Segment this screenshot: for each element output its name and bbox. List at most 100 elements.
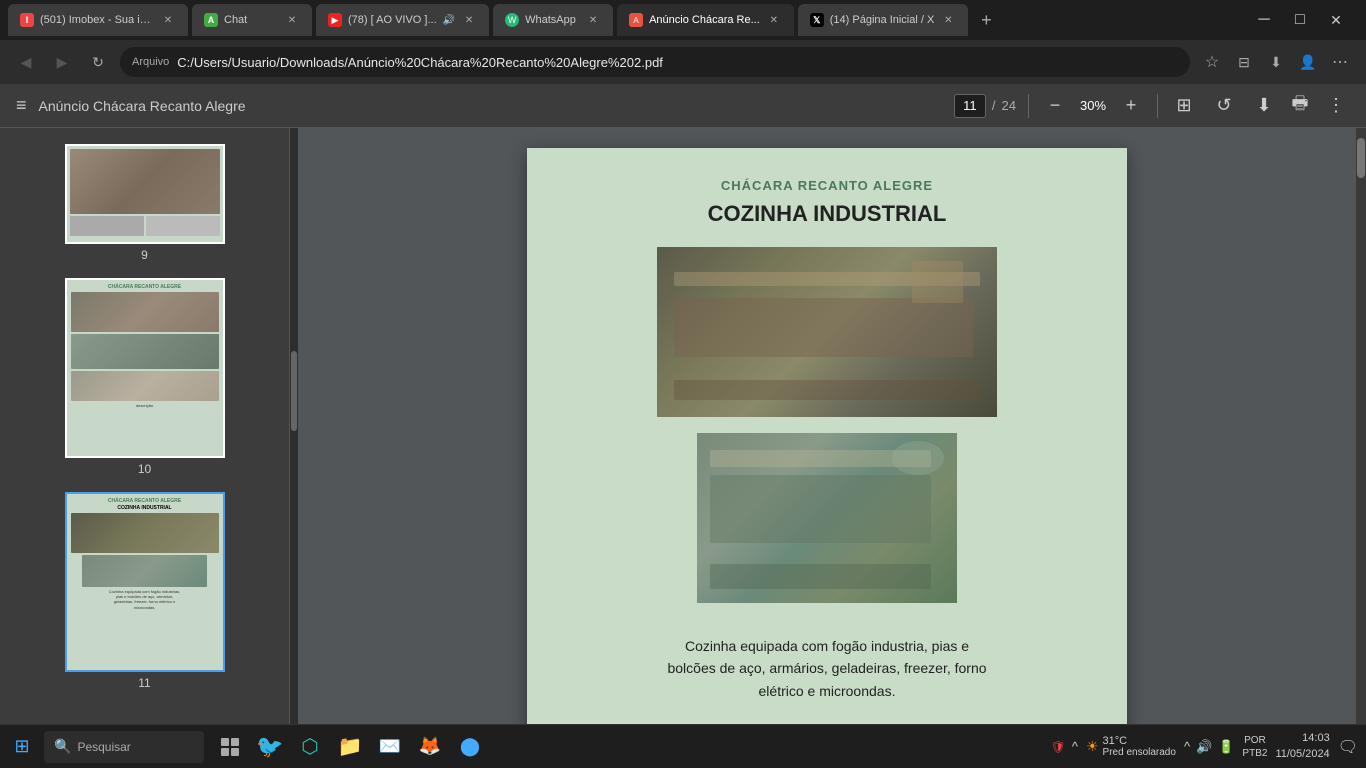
clock-date: 11/05/2024 (1275, 747, 1329, 762)
main-scrollbar[interactable] (1356, 128, 1366, 764)
system-tray: ^ 🔊 🔋 (1184, 739, 1234, 755)
toolbar-divider2 (1157, 94, 1158, 118)
tab-pdf[interactable]: A Anúncio Chácara Re... ✕ (617, 4, 794, 36)
new-tab-button[interactable]: + (972, 6, 1000, 34)
bird-app-icon[interactable]: 🐦 (252, 729, 288, 765)
taskbar-search-label: Pesquisar (77, 740, 130, 754)
nav-bar: ◀ ▶ ↻ Arquivo C:/Users/Usuario/Downloads… (0, 40, 1366, 84)
tab-close-twitter[interactable]: ✕ (940, 12, 956, 28)
settings-icon[interactable]: ⋯ (1326, 48, 1354, 76)
pdf-more-button[interactable]: ⋮ (1322, 92, 1350, 120)
close-button[interactable]: ✕ (1322, 6, 1350, 34)
tab-favicon-whatsapp: W (505, 13, 519, 27)
tab-audio-icon: 🔊 (443, 15, 455, 26)
tab-favicon-imobex: I (20, 13, 34, 27)
thumbnail-11-image: CHÁCARA RECANTO ALEGRE COZINHA INDUSTRIA… (65, 492, 225, 672)
browser-chrome: I (501) Imobex - Sua in... ✕ A Chat ✕ ▶ … (0, 0, 1366, 84)
thumbnail-10-number: 10 (138, 462, 151, 476)
antivirus-tray-icon[interactable]: 🛡 (1051, 740, 1066, 754)
pdf-zoom-in-button[interactable]: + (1117, 92, 1145, 120)
language-secondary: PTB2 (1242, 747, 1267, 760)
thumbnail-scrollbar[interactable] (290, 128, 298, 764)
pdf-page-input[interactable] (954, 94, 986, 118)
bookmark-star-icon[interactable]: ☆ (1198, 48, 1226, 76)
tab-close-imobex[interactable]: ✕ (160, 12, 176, 28)
mail-icon[interactable]: ✉️ (372, 729, 408, 765)
start-icon: ⊞ (14, 736, 29, 757)
back-button[interactable]: ◀ (12, 48, 40, 76)
tab-close-whatsapp[interactable]: ✕ (585, 12, 601, 28)
thumbnail-panel: 9 CHÁCARA RECANTO ALEGRE descrição 10 CH… (0, 128, 290, 764)
pdf-main-area: 9 CHÁCARA RECANTO ALEGRE descrição 10 CH… (0, 128, 1366, 764)
toolbar-divider1 (1028, 94, 1029, 118)
taskbar: ⊞ 🔍 Pesquisar 🐦 ⬡ 📁 ✉️ (0, 724, 1366, 768)
chrome-icon[interactable]: ⬤ (452, 729, 488, 765)
pdf-page-header: CHÁCARA RECANTO ALEGRE (721, 178, 933, 193)
thumbnail-scrollbar-thumb (291, 351, 297, 431)
start-button[interactable]: ⊞ (0, 725, 44, 768)
tab-title-whatsapp: WhatsApp (525, 14, 579, 26)
thumbnail-11-number: 11 (138, 676, 150, 690)
reading-list-icon[interactable]: ⊟ (1230, 48, 1258, 76)
forward-button[interactable]: ▶ (48, 48, 76, 76)
tab-close-pdf[interactable]: ✕ (766, 12, 782, 28)
tab-whatsapp[interactable]: W WhatsApp ✕ (493, 4, 613, 36)
tab-imobex[interactable]: I (501) Imobex - Sua in... ✕ (8, 4, 188, 36)
taskbar-right: 🛡 ^ ☀ 31°C Pred ensolarado ^ 🔊 🔋 POR PTB… (1051, 731, 1366, 762)
pdf-description-block: Cozinha equipada com fogão industria, pi… (637, 623, 1017, 714)
chevron-up-tray[interactable]: ^ (1072, 739, 1078, 754)
pdf-zoom-out-button[interactable]: − (1041, 92, 1069, 120)
pdf-total-pages: 24 (1002, 98, 1016, 113)
edge-icon[interactable]: ⬡ (292, 729, 328, 765)
kitchen-photo-top (657, 247, 997, 417)
thumbnail-9[interactable]: 9 (35, 136, 255, 270)
pdf-page-control: / 24 (954, 94, 1016, 118)
pdf-print-button[interactable]: 🖶 (1286, 92, 1314, 120)
taskbar-icons: 🐦 ⬡ 📁 ✉️ 🦊 ⬤ (204, 729, 496, 765)
thumbnail-9-number: 9 (141, 248, 148, 262)
pdf-toolbar-right: ⬇ 🖶 ⋮ (1250, 92, 1350, 120)
volume-icon[interactable]: 🔊 (1196, 739, 1212, 755)
taskview-button[interactable] (212, 729, 248, 765)
notification-button[interactable]: 🗨 (1338, 737, 1358, 757)
tab-favicon-chat: A (204, 13, 218, 27)
download-icon[interactable]: ⬇ (1262, 48, 1290, 76)
profile-icon[interactable]: 👤 (1294, 48, 1322, 76)
firefox-icon[interactable]: 🦊 (412, 729, 448, 765)
maximize-button[interactable]: □ (1286, 6, 1314, 34)
clock-display[interactable]: 14:03 11/05/2024 (1275, 731, 1329, 762)
weather-widget[interactable]: ☀ 31°C Pred ensolarado (1086, 735, 1176, 758)
thumbnail-10[interactable]: CHÁCARA RECANTO ALEGRE descrição 10 (35, 270, 255, 484)
address-protocol-label: Arquivo (132, 56, 169, 68)
address-text: C:/Users/Usuario/Downloads/Anúncio%20Chá… (177, 55, 1178, 70)
taskbar-search[interactable]: 🔍 Pesquisar (44, 731, 204, 763)
battery-icon[interactable]: 🔋 (1218, 739, 1234, 755)
tab-title-twitter: (14) Página Inicial / X (830, 14, 935, 26)
pdf-download-button[interactable]: ⬇ (1250, 92, 1278, 120)
tab-chat[interactable]: A Chat ✕ (192, 4, 312, 36)
tab-close-chat[interactable]: ✕ (284, 12, 300, 28)
taskbar-search-icon: 🔍 (54, 738, 71, 755)
tab-title-imobex: (501) Imobex - Sua in... (40, 14, 154, 26)
tab-title-pdf: Anúncio Chácara Re... (649, 14, 760, 26)
tab-title-youtube: (78) [ AO VIVO ]... (348, 14, 437, 26)
pdf-kitchen-image-bottom (697, 433, 957, 603)
pdf-zoom-level: 30% (1075, 98, 1111, 113)
tab-close-youtube[interactable]: ✕ (461, 12, 477, 28)
thumbnail-9-image (65, 144, 225, 244)
file-explorer-icon[interactable]: 📁 (332, 729, 368, 765)
pdf-menu-icon[interactable]: ≡ (16, 95, 27, 116)
pdf-content-area[interactable]: CHÁCARA RECANTO ALEGRE COZINHA INDUSTRIA… (298, 128, 1356, 764)
tab-youtube[interactable]: ▶ (78) [ AO VIVO ]... 🔊 ✕ (316, 4, 489, 36)
pdf-rotate-button[interactable]: ↺ (1210, 92, 1238, 120)
address-bar[interactable]: Arquivo C:/Users/Usuario/Downloads/Anúnc… (120, 47, 1190, 77)
main-scrollbar-thumb (1357, 138, 1365, 178)
tab-twitter[interactable]: 𝕏 (14) Página Inicial / X ✕ (798, 4, 969, 36)
network-icon[interactable]: ^ (1184, 739, 1190, 754)
thumbnail-11[interactable]: CHÁCARA RECANTO ALEGRE COZINHA INDUSTRIA… (35, 484, 255, 698)
temperature-display: 31°C (1103, 735, 1176, 747)
pdf-layout-button[interactable]: ⊞ (1170, 92, 1198, 120)
minimize-button[interactable]: ─ (1250, 6, 1278, 34)
tab-bar-right: ─ □ ✕ (1250, 6, 1358, 34)
reload-button[interactable]: ↻ (84, 48, 112, 76)
